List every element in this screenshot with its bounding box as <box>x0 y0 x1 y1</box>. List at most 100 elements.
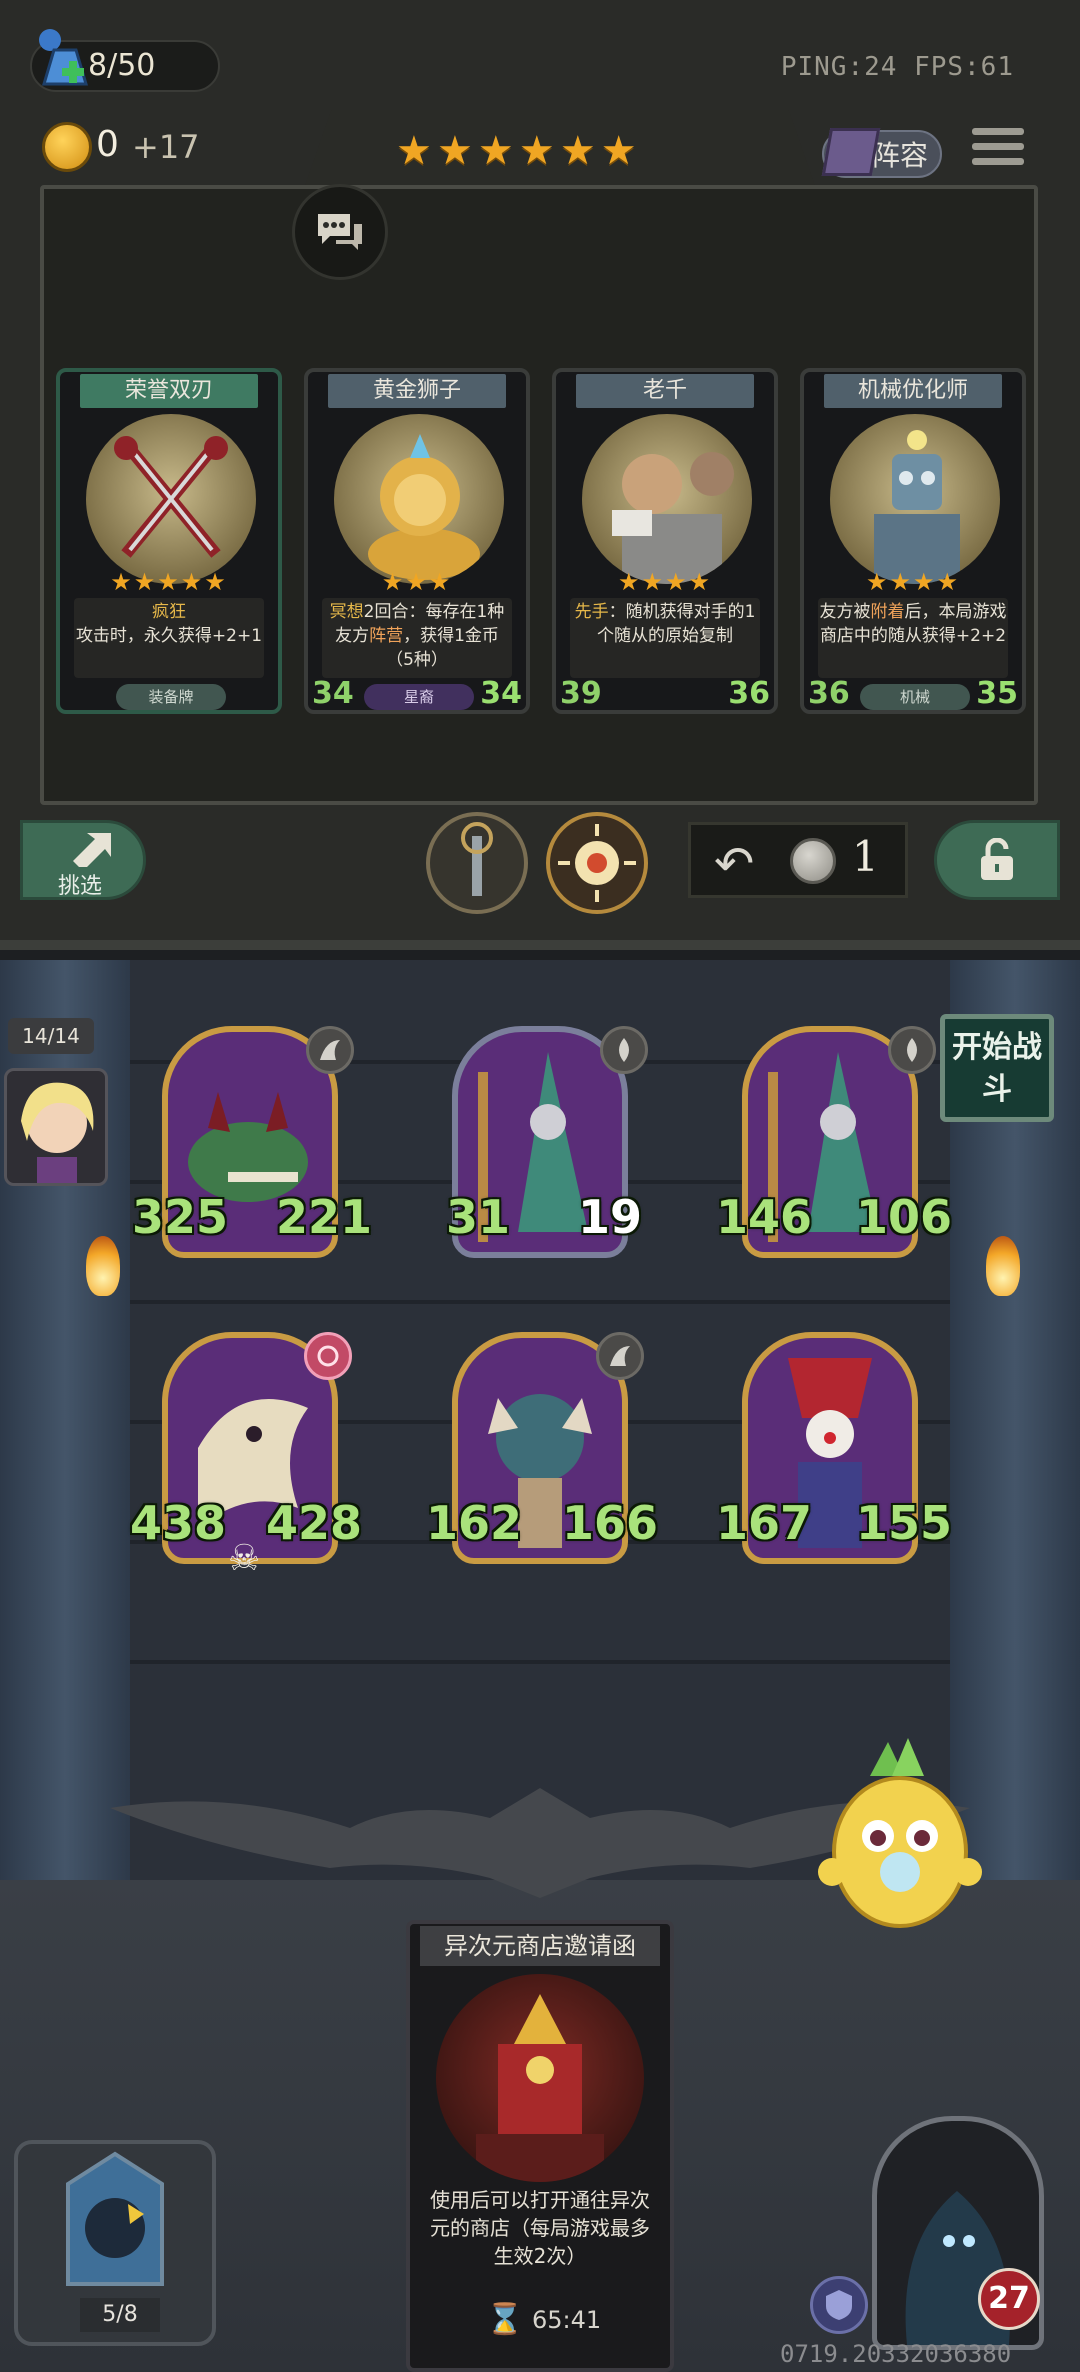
minion-health: 428 <box>266 1496 363 1550</box>
minion-attack: 162 <box>426 1496 523 1550</box>
shield-icon <box>810 2276 868 2334</box>
card-keyword: 疯狂 <box>152 602 186 622</box>
lineup-label: 阵容 <box>871 139 928 172</box>
minion-attack: 438 <box>130 1496 227 1550</box>
minion-attack: 167 <box>716 1496 813 1550</box>
menu-bar <box>972 158 1024 165</box>
lock-shop-button[interactable] <box>934 820 1060 900</box>
refresh-cost: 1 <box>852 832 879 881</box>
skull-icon: ☠ <box>228 1538 261 1579</box>
card-keyword: 附着 <box>870 602 905 622</box>
opponent-avatar[interactable] <box>4 1068 108 1186</box>
refresh-icon: ↶ <box>714 836 755 892</box>
shop-card[interactable]: 荣誉双刃 ★★★★★ 疯狂 攻击时，永久获得+2+1 装备牌 <box>56 368 282 714</box>
hero-health: 27 <box>978 2268 1040 2330</box>
build-id: 0719.20332036380 <box>780 2340 1012 2368</box>
sword-icon <box>461 822 493 896</box>
dragon-tribe-icon <box>596 1332 644 1380</box>
menu-button[interactable] <box>972 128 1024 178</box>
upgrade-tavern-button[interactable] <box>546 812 648 914</box>
card-title: 老千 <box>576 374 754 408</box>
hourglass-icon: ⌛ <box>486 2302 524 2337</box>
card-health: 36 <box>728 676 770 711</box>
start-battle-button[interactable]: 开始战斗 <box>940 1014 1054 1122</box>
minion-health: 155 <box>856 1496 953 1550</box>
card-portrait <box>582 414 752 584</box>
potion-icon[interactable] <box>36 28 94 94</box>
card-description: 冥想2回合：每存在1种友方阵营，获得1金币（5种） <box>322 598 512 678</box>
minion-attack: 146 <box>716 1190 813 1244</box>
star-icon: ★ <box>396 128 432 174</box>
hand-card-description: 使用后可以打开通往异次元的商店（每局游戏最多生效2次） <box>430 2188 650 2268</box>
minion-health: 106 <box>856 1190 953 1244</box>
card-description: 先手：随机获得对手的1个随从的原始复制 <box>570 598 760 678</box>
card-attack: 36 <box>808 676 850 711</box>
minion-attack: 325 <box>132 1190 229 1244</box>
wall-seam <box>130 1300 950 1304</box>
gold-income: +17 <box>132 128 200 166</box>
card-title: 荣誉双刃 <box>80 374 258 408</box>
round-counter: 14/14 <box>8 1018 94 1054</box>
minion-health: 221 <box>276 1190 373 1244</box>
card-portrait <box>830 414 1000 584</box>
gold-coin-icon <box>42 122 92 172</box>
card-desc-text: ：随机获得对手的1个随从的原始复制 <box>597 602 756 646</box>
card-keyword: 先手 <box>574 602 609 622</box>
pineapple-pet[interactable] <box>808 1732 998 1932</box>
card-keyword: 阵营 <box>369 626 404 646</box>
card-desc-text: 攻击时，永久获得+2+1 <box>75 626 263 646</box>
tavern-star-rating: ★ ★ ★ ★ ★ ★ <box>396 128 637 174</box>
card-attack: 34 <box>312 676 354 711</box>
card-stars: ★★★★★ <box>110 568 228 596</box>
dragon-tribe-icon <box>306 1026 354 1074</box>
card-tag: 装备牌 <box>116 684 226 710</box>
hand-card-title: 异次元商店邀请函 <box>420 1926 660 1966</box>
ping-fps-readout: PING:24 FPS:61 <box>780 52 1014 82</box>
star-icon: ★ <box>600 128 637 174</box>
shop-card[interactable]: 机械优化师 ★★★★ 友方被附着后，本局游戏商店中的随从获得+2+2 机械 36… <box>800 368 1026 714</box>
card-description: 友方被附着后，本局游戏商店中的随从获得+2+2 <box>818 598 1008 678</box>
minion-health: 166 <box>562 1496 659 1550</box>
card-keyword: 冥想 <box>329 602 364 622</box>
book-icon <box>821 128 881 176</box>
turn-timer: 65:41 <box>532 2306 602 2334</box>
deck-counter: 5/8 <box>80 2298 160 2332</box>
gold-amount: 0 <box>96 124 119 165</box>
minion-attack: 31 <box>446 1190 511 1244</box>
star-icon: ★ <box>559 128 596 174</box>
card-title: 黄金狮子 <box>328 374 506 408</box>
elemental-tribe-icon <box>888 1026 936 1074</box>
card-stars: ★★★ <box>381 568 453 596</box>
card-desc-text: 友方被 <box>819 602 871 622</box>
card-desc-text: ，获得1金币（5种） <box>386 626 499 670</box>
swirl-status-icon <box>304 1332 352 1380</box>
hero-power-button[interactable] <box>426 812 528 914</box>
card-tag: 星裔 <box>364 684 474 710</box>
torch-flame-icon <box>986 1236 1020 1296</box>
chat-button[interactable] <box>292 184 388 280</box>
wall-seam <box>130 1660 950 1664</box>
card-health: 34 <box>480 676 522 711</box>
chat-bubble-icon <box>318 214 362 250</box>
elemental-tribe-icon <box>600 1026 648 1074</box>
silver-coin-icon <box>790 838 836 884</box>
card-title: 机械优化师 <box>824 374 1002 408</box>
menu-bar <box>972 143 1024 150</box>
lock-icon <box>981 838 1013 880</box>
card-portrait <box>334 414 504 584</box>
card-stars: ★★★★ <box>617 568 713 596</box>
star-icon: ★ <box>477 128 514 174</box>
shop-card[interactable]: 老千 ★★★★ 先手：随机获得对手的1个随从的原始复制 39 36 <box>552 368 778 714</box>
card-tag: 机械 <box>860 684 970 710</box>
card-description: 疯狂 攻击时，永久获得+2+1 <box>74 598 264 678</box>
card-stars: ★★★★ <box>865 568 961 596</box>
population-count: 8/50 <box>88 48 156 83</box>
torch-flame-icon <box>86 1236 120 1296</box>
menu-bar <box>972 128 1024 135</box>
shop-card[interactable]: 黄金狮子 ★★★ 冥想2回合：每存在1种友方阵营，获得1金币（5种） 星裔 34… <box>304 368 530 714</box>
card-attack: 39 <box>560 676 602 711</box>
card-portrait <box>86 414 256 584</box>
sunburst-icon <box>558 824 636 902</box>
card-health: 35 <box>976 676 1018 711</box>
pick-label: 挑选 <box>58 874 103 899</box>
